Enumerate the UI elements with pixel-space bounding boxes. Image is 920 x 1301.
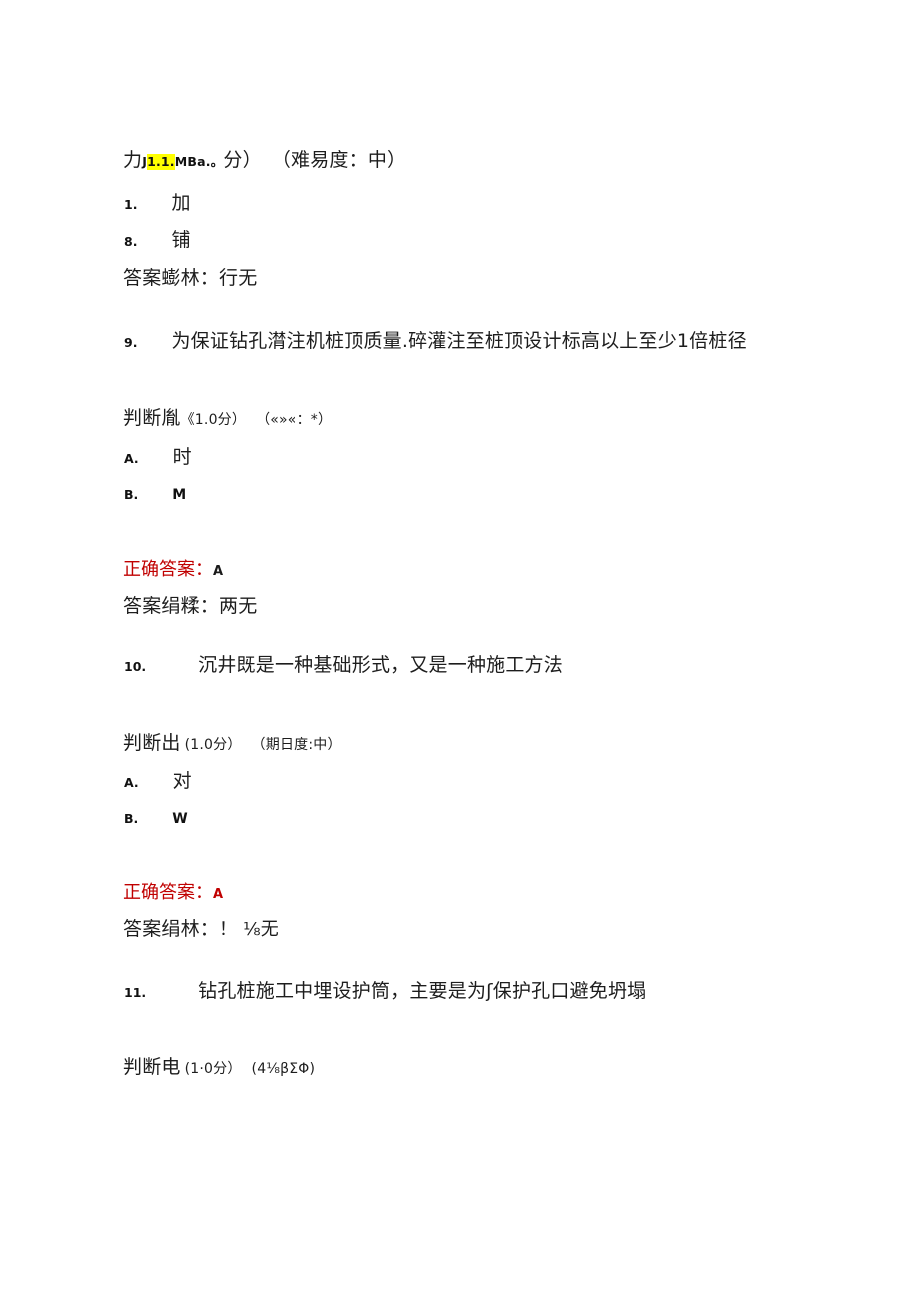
question-9-type-line: 判断胤《1.0分） （«»«：*） (123, 408, 332, 429)
top-fragment-highlight: 1.1. (147, 154, 175, 170)
question-11-type-line: 判断电 (1·0分） (4⅛βΣΦ) (123, 1057, 315, 1078)
orphan-option-1[interactable]: 1. 加 (124, 193, 190, 214)
question-9-type: 判断胤 (123, 407, 181, 429)
top-fragment-difficulty: （难易度：中） (271, 149, 407, 171)
question-10-option-b-marker: B. (124, 811, 139, 826)
question-9-number: 9. (124, 335, 138, 350)
question-10-type: 判断出 (123, 732, 181, 754)
orphan-option-1-marker: 1. (124, 197, 138, 212)
question-9-analysis-label: 答案绢糅： (123, 595, 220, 617)
question-9-analysis-value: 两无 (219, 595, 258, 617)
question-10-correct-answer: 正确答案：A (123, 883, 223, 903)
orphan-option-1-text: 加 (171, 192, 191, 214)
question-10-option-a-marker: A. (124, 775, 139, 790)
question-11-difficulty: (4⅛βΣΦ) (251, 1061, 316, 1077)
question-10-option-b-text: W (172, 811, 188, 827)
question-10-type-line: 判断出 (1.0分） （期日度:中） (123, 733, 342, 754)
question-10-analysis: 答案绢林：！ ⅛无 (123, 919, 279, 940)
question-11-score: (1·0分） (184, 1061, 242, 1077)
orphan-analysis: 答案蟛林：行无 (123, 268, 257, 289)
question-9-option-a-marker: A. (124, 451, 139, 466)
question-9-score: 《1.0分） (180, 412, 247, 428)
question-10-option-b[interactable]: B. W (124, 809, 188, 827)
question-11-type: 判断电 (123, 1056, 181, 1078)
question-10-stem: 沉井既是一种基础形式，又是一种施工方法 (198, 654, 563, 676)
question-11-number: 11. (124, 985, 147, 1000)
orphan-option-8[interactable]: 8. 铺 (124, 230, 190, 251)
question-11-stem-row: 11. 钻孔桩施工中埋设护筒，主要是为ʃ保护孔口避免坍塌 (124, 981, 646, 1002)
question-10-analysis-value: ！ ⅛无 (219, 919, 279, 940)
orphan-analysis-value: 行无 (219, 267, 258, 289)
orphan-option-8-marker: 8. (124, 234, 138, 249)
question-9-correct-answer-value: A (213, 564, 224, 579)
top-fragment-line: 力J1.1.MBa.。分） （难易度：中） (123, 150, 406, 171)
question-9-option-b-text: M (172, 487, 187, 503)
top-fragment-score-tail: 分） (223, 149, 262, 171)
question-9-stem-row: 9. 为保证钻孔潸注机桩顶质量.碎灌注至桩顶设计标高以上至少1倍桩径 (124, 331, 747, 352)
question-10-number: 10. (124, 659, 147, 674)
question-10-correct-answer-label: 正确答案： (123, 882, 213, 903)
question-10-analysis-label: 答案绢林： (123, 918, 220, 940)
question-10-correct-answer-value: A (213, 887, 224, 902)
question-9-correct-answer: 正确答案：A (123, 560, 223, 580)
question-9-option-b-marker: B. (124, 487, 139, 502)
question-9-stem: 为保证钻孔潸注机桩顶质量.碎灌注至桩顶设计标高以上至少1倍桩径 (171, 330, 747, 352)
question-10-option-a[interactable]: A. 对 (124, 771, 192, 792)
question-9-option-a[interactable]: A. 时 (124, 447, 192, 468)
question-9-difficulty: （«»«：*） (256, 412, 333, 428)
question-10-stem-row: 10. 沉井既是一种基础形式，又是一种施工方法 (124, 655, 563, 676)
question-9-option-b[interactable]: B. M (124, 485, 186, 503)
orphan-analysis-label: 答案蟛林： (123, 267, 220, 289)
document-page: 力J1.1.MBa.。分） （难易度：中） 1. 加 8. 铺 答案蟛林：行无 9. 为… (0, 0, 920, 1301)
question-9-correct-answer-label: 正确答案： (123, 559, 213, 580)
question-9-option-a-text: 时 (172, 446, 192, 468)
orphan-option-8-text: 铺 (171, 229, 191, 251)
top-fragment-lead: 力 (123, 149, 143, 171)
top-fragment-garbled-suffix: MBa.。 (174, 154, 224, 169)
question-10-difficulty: （期日度:中） (251, 737, 342, 753)
question-9-analysis: 答案绢糅：两无 (123, 596, 257, 617)
question-10-score: (1.0分） (184, 737, 242, 753)
question-10-option-a-text: 对 (172, 770, 192, 792)
question-11-stem: 钻孔桩施工中埋设护筒，主要是为ʃ保护孔口避免坍塌 (198, 980, 647, 1002)
